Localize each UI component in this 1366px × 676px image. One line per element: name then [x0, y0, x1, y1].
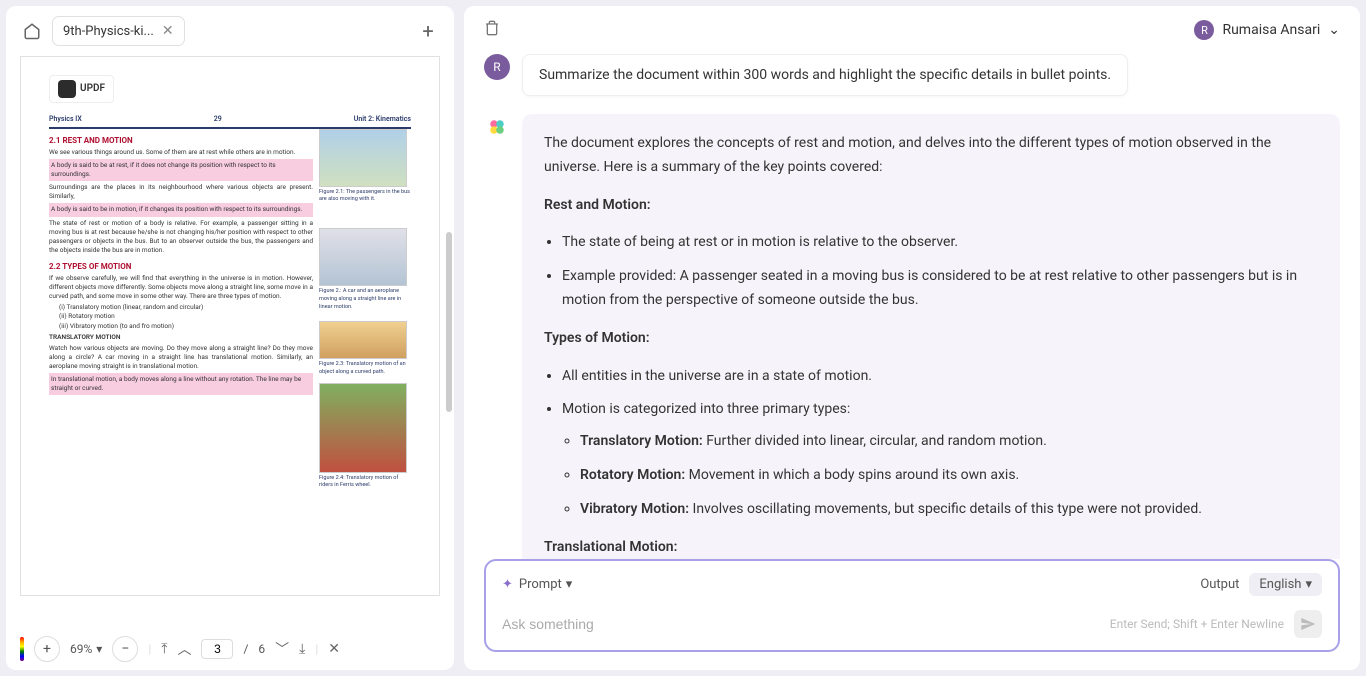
zoom-level-select[interactable]: 69% ▾	[70, 642, 102, 656]
zoom-value: 69%	[70, 642, 92, 656]
output-label: Output	[1200, 577, 1239, 592]
page-separator: /	[243, 642, 248, 656]
logo-icon	[58, 80, 76, 98]
figure-image	[319, 383, 407, 473]
user-avatar: R	[484, 54, 510, 80]
chat-input[interactable]	[502, 616, 1110, 632]
updf-logo: UPDF	[49, 75, 114, 103]
ai-heading: Rest and Motion:	[544, 197, 651, 213]
user-message-row: R Summarize the document within 300 word…	[484, 54, 1340, 96]
chat-header: R Rumaisa Ansari ⌄	[464, 6, 1360, 54]
page-preview[interactable]: UPDF Physics IX 29 Unit 2: Kinematics 2.…	[20, 56, 440, 596]
ai-bullet: Motion is categorized into three primary…	[562, 401, 850, 417]
body-text: The state of rest or motion of a body is…	[49, 219, 313, 255]
chat-messages: R Summarize the document within 300 word…	[464, 54, 1360, 559]
send-button[interactable]	[1294, 610, 1322, 638]
ai-heading: Types of Motion:	[544, 330, 650, 346]
highlight-box: A body is said to be at rest, if it does…	[49, 159, 313, 181]
figure-caption: Figure 2.1: The passengers in the bus ar…	[319, 189, 411, 204]
page-input[interactable]	[201, 639, 233, 659]
tab-bar: 9th-Physics-ki... ✕ +	[6, 6, 454, 56]
chevron-down-icon: ▾	[1305, 577, 1312, 592]
subject-label: Physics IX	[49, 115, 82, 125]
home-icon	[23, 22, 41, 40]
ai-message-row: The document explores the concepts of re…	[484, 114, 1340, 559]
page-header: Physics IX 29 Unit 2: Kinematics	[49, 115, 411, 129]
figure-image	[319, 129, 407, 187]
ai-sub-bullet: Rotatory Motion: Movement in which a bod…	[580, 464, 1318, 488]
trash-icon	[484, 20, 500, 36]
highlight-box: A body is said to be in motion, if it ch…	[49, 203, 313, 216]
figure-caption: Figure 2.3: Translatory motion of an obj…	[319, 361, 411, 376]
figure-image	[319, 228, 407, 286]
scrollbar[interactable]	[446, 112, 452, 628]
ai-logo-icon	[488, 118, 506, 136]
highlight-box: In translational motion, a body moves al…	[49, 373, 313, 395]
logo-text: UPDF	[80, 82, 105, 96]
chevron-down-icon: ▾	[96, 642, 102, 656]
ai-bullet: Example provided: A passenger seated in …	[562, 265, 1318, 313]
next-page-button[interactable]: ﹀	[275, 639, 289, 659]
subsection-title: TRANSLATORY MOTION	[49, 333, 313, 342]
prompt-selector[interactable]: Prompt ▾	[519, 577, 572, 592]
list-item: (iii) Vibratory motion (to and fro motio…	[59, 322, 313, 331]
body-text: We see various things around us. Some of…	[49, 148, 313, 157]
user-message-bubble: Summarize the document within 300 words …	[522, 54, 1128, 96]
zoom-out-button[interactable]: −	[112, 636, 138, 662]
zoom-in-button[interactable]: +	[34, 636, 60, 662]
last-page-button[interactable]: ⤓	[299, 641, 305, 657]
add-tab-button[interactable]: +	[416, 19, 440, 43]
close-panel-button[interactable]: ✕	[328, 641, 340, 657]
chevron-down-icon: ⌄	[1328, 22, 1340, 38]
body-text: If we observe carefully, we will find th…	[49, 274, 313, 301]
chat-panel: R Rumaisa Ansari ⌄ R Summarize the docum…	[464, 6, 1360, 670]
ai-message-bubble: The document explores the concepts of re…	[522, 114, 1340, 559]
input-options-row: ✦ Prompt ▾ Output English ▾	[502, 573, 1322, 596]
input-row: Enter Send; Shift + Enter Newline	[502, 610, 1322, 638]
user-name: Rumaisa Ansari	[1222, 22, 1320, 38]
ai-intro-text: The document explores the concepts of re…	[544, 132, 1318, 180]
color-strip-icon[interactable]	[20, 637, 24, 661]
body-text: Surroundings are the places in its neigh…	[49, 183, 313, 201]
close-tab-icon[interactable]: ✕	[162, 23, 174, 39]
ai-bullet: All entities in the universe are in a st…	[562, 365, 1318, 389]
ai-sub-bullet: Translatory Motion: Further divided into…	[580, 430, 1318, 454]
avatar: R	[1194, 20, 1214, 40]
input-hint: Enter Send; Shift + Enter Newline	[1110, 617, 1284, 631]
language-selector[interactable]: English ▾	[1249, 573, 1322, 596]
send-icon	[1300, 616, 1316, 632]
document-viewer: UPDF Physics IX 29 Unit 2: Kinematics 2.…	[6, 56, 454, 628]
chat-input-area: ✦ Prompt ▾ Output English ▾ Enter Send; …	[484, 559, 1340, 652]
home-button[interactable]	[20, 19, 44, 43]
ai-bullet: The state of being at rest or in motion …	[562, 231, 1318, 255]
figure-caption: Figure 2.: A car and an aeroplane moving…	[319, 288, 411, 311]
user-menu[interactable]: R Rumaisa Ansari ⌄	[1194, 20, 1340, 40]
chevron-down-icon: ▾	[566, 577, 573, 592]
list-item: (i) Translatory motion (linear, random a…	[59, 303, 313, 312]
first-page-button[interactable]: ⤒	[161, 641, 167, 657]
document-tab[interactable]: 9th-Physics-ki... ✕	[52, 16, 185, 46]
body-text: Watch how various objects are moving. Do…	[49, 344, 313, 371]
ai-heading: Translational Motion:	[544, 539, 677, 555]
unit-label: Unit 2: Kinematics	[354, 115, 411, 125]
delete-button[interactable]	[484, 20, 500, 40]
prev-page-button[interactable]: ︿	[177, 639, 191, 659]
page-total: 6	[258, 642, 265, 656]
figure-image	[319, 321, 407, 359]
section-title: 2.1 REST AND MOTION	[49, 135, 313, 146]
bottom-toolbar: + 69% ▾ − | ⤒ ︿ / 6 ﹀ ⤓ | ✕	[6, 628, 454, 670]
output-selector-group: Output English ▾	[1200, 573, 1322, 596]
tab-label: 9th-Physics-ki...	[63, 24, 154, 39]
section-title: 2.2 TYPES OF MOTION	[49, 261, 313, 272]
scroll-thumb[interactable]	[446, 232, 452, 412]
document-panel: 9th-Physics-ki... ✕ + UPDF Physics IX 29…	[6, 6, 454, 670]
sparkle-icon: ✦	[502, 577, 513, 592]
ai-sub-bullet: Vibratory Motion: Involves oscillating m…	[580, 498, 1318, 522]
ai-avatar	[484, 114, 510, 140]
prompt-label: Prompt	[519, 577, 562, 592]
figure-caption: Figure 2.4: Translatory motion of riders…	[319, 475, 411, 490]
language-value: English	[1259, 577, 1301, 592]
list-item: (ii) Rotatory motion	[59, 312, 313, 321]
page-number: 29	[214, 115, 222, 125]
